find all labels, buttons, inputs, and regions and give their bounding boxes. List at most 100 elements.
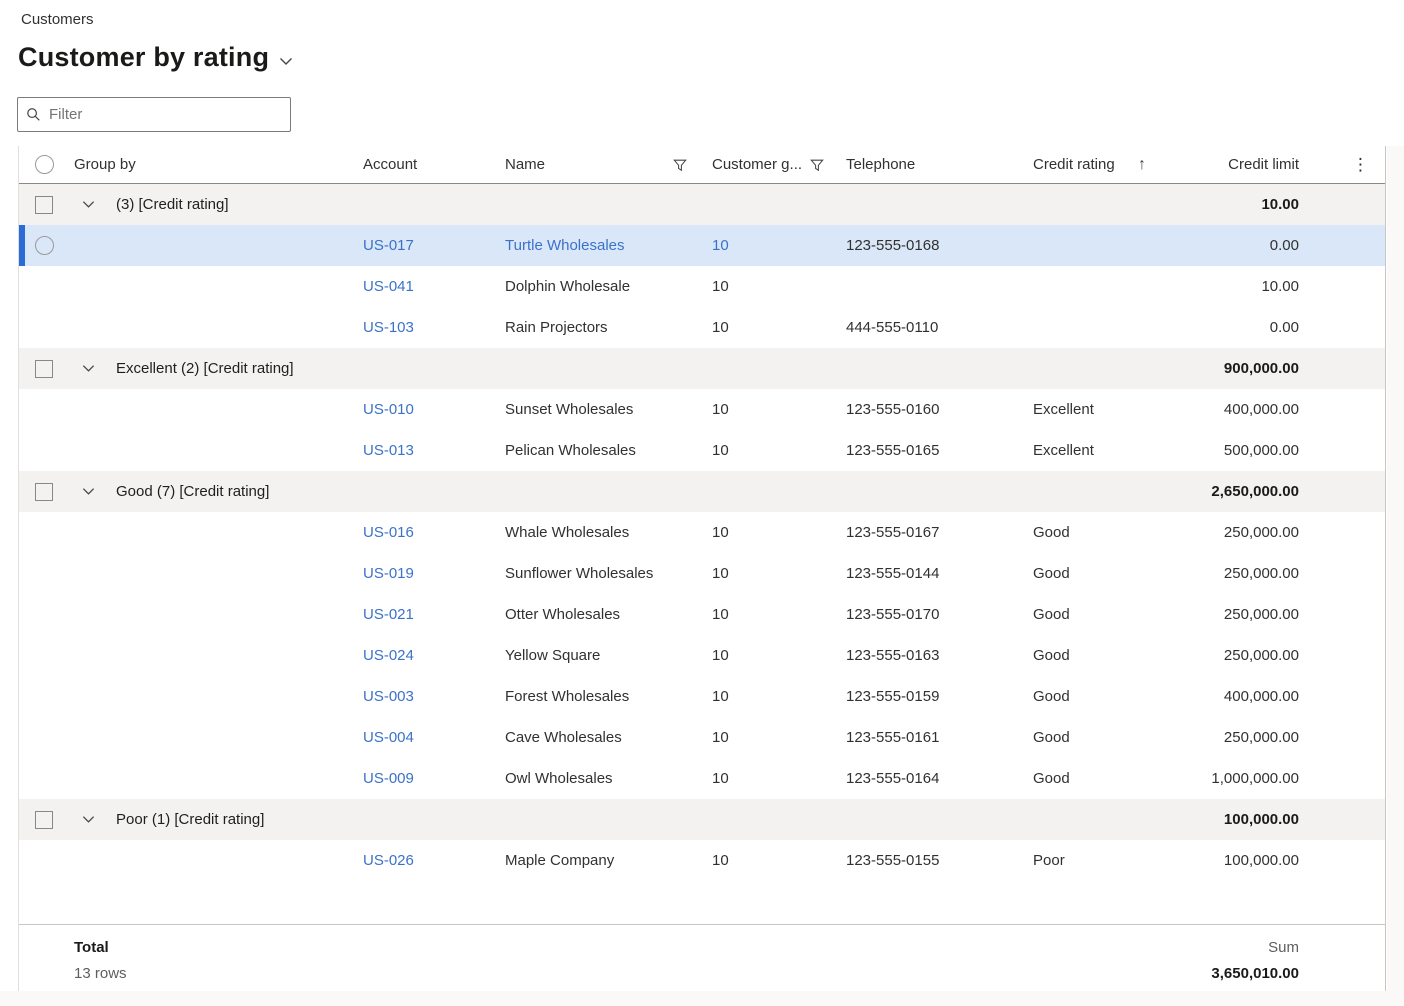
more-options-icon[interactable]: ⋮ [1311, 156, 1387, 173]
account-link[interactable]: US-017 [345, 237, 487, 254]
page-title-row[interactable]: Customer by rating [18, 42, 294, 73]
customer-name-cell: Dolphin Wholesale [487, 278, 701, 295]
customer-name-cell: Yellow Square [487, 647, 701, 664]
customer-group-cell: 10 [701, 442, 838, 459]
filter-funnel-icon[interactable] [673, 158, 687, 172]
customer-name-cell: Cave Wholesales [487, 729, 701, 746]
row-selected-radio[interactable] [35, 236, 54, 255]
sort-ascending-icon[interactable]: ↑ [1138, 156, 1162, 174]
row-select-cell [19, 266, 63, 307]
group-checkbox[interactable] [35, 811, 53, 829]
table-row[interactable]: US-017Turtle Wholesales10123-555-01680.0… [19, 225, 1385, 266]
customer-name-cell: Owl Wholesales [487, 770, 701, 787]
filter-box[interactable] [17, 97, 291, 132]
group-credit-limit-sum: 900,000.00 [1176, 360, 1311, 377]
column-header-group-by[interactable]: Group by [63, 146, 345, 183]
page: Customers Customer by rating Group by Ac… [0, 0, 1404, 1006]
customer-name-cell: Rain Projectors [487, 319, 701, 336]
group-select-cell [19, 799, 63, 840]
table-row[interactable]: US-013Pelican Wholesales10123-555-0165Ex… [19, 430, 1385, 471]
credit-rating-cell: Good [1015, 647, 1176, 664]
table-row[interactable]: US-009Owl Wholesales10123-555-0164Good1,… [19, 758, 1385, 799]
group-header-row[interactable]: (3) [Credit rating]10.00 [19, 184, 1385, 225]
table-row[interactable]: US-010Sunset Wholesales10123-555-0160Exc… [19, 389, 1385, 430]
column-header-name[interactable]: Name [487, 146, 701, 183]
credit-rating-cell: Excellent [1015, 442, 1176, 459]
account-link[interactable]: US-004 [345, 729, 487, 746]
customer-name-cell: Maple Company [487, 852, 701, 869]
column-header-credit-limit[interactable]: Credit limit [1176, 146, 1311, 183]
group-credit-limit-sum: 10.00 [1176, 196, 1311, 213]
row-select-cell [19, 717, 63, 758]
customer-group-cell: 10 [701, 565, 838, 582]
account-link[interactable]: US-019 [345, 565, 487, 582]
account-link[interactable]: US-021 [345, 606, 487, 623]
column-header-credit-rating[interactable]: Credit rating ↑ [1015, 146, 1176, 183]
filter-input[interactable] [49, 106, 282, 123]
group-collapse-chevron-icon[interactable] [81, 197, 96, 212]
credit-limit-cell: 400,000.00 [1176, 401, 1311, 418]
table-row[interactable]: US-024Yellow Square10123-555-0163Good250… [19, 635, 1385, 676]
footer-sum-label: Sum [1176, 939, 1311, 956]
table-row[interactable]: US-103Rain Projectors10444-555-01100.00 [19, 307, 1385, 348]
group-header-row[interactable]: Poor (1) [Credit rating] 100,000.00 [19, 799, 1385, 840]
group-select-cell [19, 184, 63, 225]
row-select-cell [19, 307, 63, 348]
table-row[interactable]: US-004Cave Wholesales10123-555-0161Good2… [19, 717, 1385, 758]
group-header-row[interactable]: Good (7) [Credit rating]2,650,000.00 [19, 471, 1385, 512]
table-row[interactable]: US-016Whale Wholesales10123-555-0167Good… [19, 512, 1385, 553]
account-link[interactable]: US-041 [345, 278, 487, 295]
table-row[interactable]: US-041Dolphin Wholesale1010.00 [19, 266, 1385, 307]
account-link[interactable]: US-016 [345, 524, 487, 541]
group-credit-limit-sum: 2,650,000.00 [1176, 483, 1311, 500]
group-label-cell: Excellent (2) [Credit rating] [63, 360, 1176, 377]
filter-funnel-icon[interactable] [810, 158, 824, 172]
select-all-cell[interactable] [19, 146, 63, 183]
credit-rating-cell: Good [1015, 729, 1176, 746]
table-row[interactable]: US-019Sunflower Wholesales10123-555-0144… [19, 553, 1385, 594]
telephone-cell: 123-555-0160 [838, 401, 1015, 418]
account-link[interactable]: US-009 [345, 770, 487, 787]
credit-rating-cell: Good [1015, 688, 1176, 705]
customer-group-cell: 10 [701, 278, 838, 295]
row-select-cell [19, 758, 63, 799]
column-header-customer-group[interactable]: Customer g... [701, 146, 838, 183]
account-link[interactable]: US-003 [345, 688, 487, 705]
customer-group-cell: 10 [701, 852, 838, 869]
credit-limit-cell: 250,000.00 [1176, 647, 1311, 664]
credit-rating-cell: Good [1015, 565, 1176, 582]
group-checkbox[interactable] [35, 360, 53, 378]
group-header-row[interactable]: Excellent (2) [Credit rating]900,000.00 [19, 348, 1385, 389]
table-row[interactable]: US-021Otter Wholesales10123-555-0170Good… [19, 594, 1385, 635]
customer-name-cell: Sunset Wholesales [487, 401, 701, 418]
group-checkbox[interactable] [35, 196, 53, 214]
customer-group-cell: 10 [701, 524, 838, 541]
column-header-telephone[interactable]: Telephone [838, 146, 1015, 183]
breadcrumb[interactable]: Customers [21, 11, 94, 28]
credit-rating-cell: Good [1015, 524, 1176, 541]
table-row[interactable]: US-026Maple Company10123-555-0155Poor100… [19, 840, 1385, 881]
group-label-cell: Poor (1) [Credit rating] [63, 811, 1176, 828]
credit-limit-cell: 250,000.00 [1176, 729, 1311, 746]
column-header-account[interactable]: Account [345, 146, 487, 183]
credit-limit-cell: 250,000.00 [1176, 565, 1311, 582]
customer-name-cell: Turtle Wholesales [487, 237, 701, 254]
group-checkbox[interactable] [35, 483, 53, 501]
telephone-cell: 123-555-0155 [838, 852, 1015, 869]
group-collapse-chevron-icon[interactable] [81, 484, 96, 499]
footer-sum-value: 3,650,010.00 [1176, 965, 1311, 982]
group-collapse-chevron-icon[interactable] [81, 812, 96, 827]
select-all-radio[interactable] [35, 155, 54, 174]
account-link[interactable]: US-010 [345, 401, 487, 418]
group-collapse-chevron-icon[interactable] [81, 361, 96, 376]
table-row[interactable]: US-003Forest Wholesales10123-555-0159Goo… [19, 676, 1385, 717]
account-link[interactable]: US-013 [345, 442, 487, 459]
account-link[interactable]: US-103 [345, 319, 487, 336]
account-link[interactable]: US-024 [345, 647, 487, 664]
account-link[interactable]: US-026 [345, 852, 487, 869]
credit-limit-cell: 0.00 [1176, 319, 1311, 336]
group-credit-limit-sum: 100,000.00 [1176, 811, 1311, 828]
group-label: Poor (1) [Credit rating] [116, 811, 264, 828]
customer-name-cell: Whale Wholesales [487, 524, 701, 541]
row-select-cell [19, 553, 63, 594]
